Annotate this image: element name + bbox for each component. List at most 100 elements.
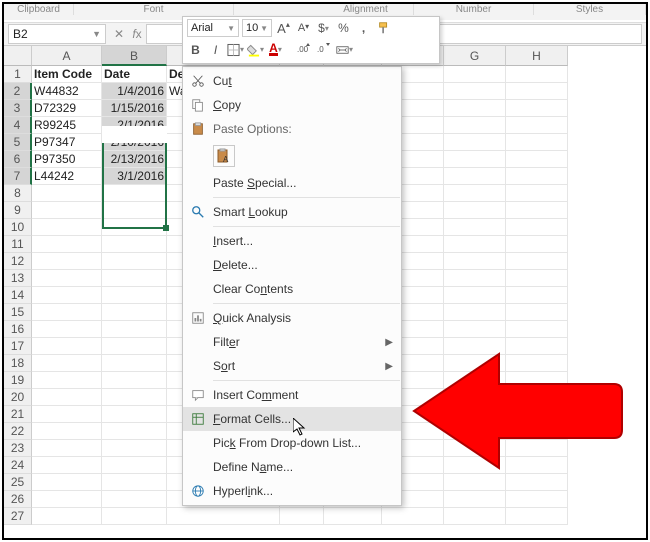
cell-B15[interactable] (102, 304, 167, 321)
cell-G27[interactable] (444, 508, 506, 525)
row-header-2[interactable]: 2 (4, 83, 32, 100)
context-delete[interactable]: Delete... (183, 253, 401, 277)
cell-H1[interactable] (506, 66, 568, 83)
cell-B3[interactable]: 1/15/2016 (102, 100, 167, 117)
row-header-23[interactable]: 23 (4, 440, 32, 457)
decrease-font-icon[interactable]: A▾ (295, 20, 312, 37)
context-define-name[interactable]: Define Name... (183, 455, 401, 479)
cell-G11[interactable] (444, 236, 506, 253)
select-all-corner[interactable] (4, 46, 32, 66)
cell-H2[interactable] (506, 83, 568, 100)
cell-H11[interactable] (506, 236, 568, 253)
cell-A8[interactable] (32, 185, 102, 202)
column-header-G[interactable]: G (444, 46, 506, 66)
context-format-cells[interactable]: Format Cells... (183, 407, 401, 431)
cell-G5[interactable] (444, 134, 506, 151)
cell-G8[interactable] (444, 185, 506, 202)
cell-B10[interactable] (102, 219, 167, 236)
row-header-10[interactable]: 10 (4, 219, 32, 236)
cell-B12[interactable] (102, 253, 167, 270)
row-header-16[interactable]: 16 (4, 321, 32, 338)
cell-B17[interactable] (102, 338, 167, 355)
cell-A4[interactable]: R99245 (32, 117, 102, 134)
cell-A17[interactable] (32, 338, 102, 355)
font-color-icon[interactable]: A▾ (267, 41, 284, 58)
column-header-H[interactable]: H (506, 46, 568, 66)
cancel-formula-icon[interactable]: ✕ (110, 27, 128, 41)
cell-H15[interactable] (506, 304, 568, 321)
context-pick-from-list[interactable]: Pick From Drop-down List... (183, 431, 401, 455)
row-header-13[interactable]: 13 (4, 270, 32, 287)
cell-A6[interactable]: P97350 (32, 151, 102, 168)
cell-A3[interactable]: D72329 (32, 100, 102, 117)
decrease-decimal-icon[interactable]: .0 (316, 41, 333, 58)
context-smart-lookup[interactable]: Smart Lookup (183, 200, 401, 224)
cell-H14[interactable] (506, 287, 568, 304)
row-header-6[interactable]: 6 (4, 151, 32, 168)
cell-F27[interactable] (382, 508, 444, 525)
name-box[interactable]: B2 ▼ (8, 24, 106, 44)
cell-C27[interactable] (167, 508, 280, 525)
cell-B9[interactable] (102, 202, 167, 219)
row-header-5[interactable]: 5 (4, 134, 32, 151)
cell-A25[interactable] (32, 474, 102, 491)
column-header-B[interactable]: B (102, 46, 167, 66)
row-header-8[interactable]: 8 (4, 185, 32, 202)
cell-G7[interactable] (444, 168, 506, 185)
cell-H3[interactable] (506, 100, 568, 117)
cell-G2[interactable] (444, 83, 506, 100)
format-painter-icon[interactable] (375, 20, 392, 37)
row-header-24[interactable]: 24 (4, 457, 32, 474)
cell-A1[interactable]: Item Code (32, 66, 102, 83)
cell-G14[interactable] (444, 287, 506, 304)
cell-B26[interactable] (102, 491, 167, 508)
cell-H27[interactable] (506, 508, 568, 525)
row-header-22[interactable]: 22 (4, 423, 32, 440)
cell-A14[interactable] (32, 287, 102, 304)
cell-H8[interactable] (506, 185, 568, 202)
row-header-12[interactable]: 12 (4, 253, 32, 270)
cell-A26[interactable] (32, 491, 102, 508)
cell-B7[interactable]: 3/1/2016 (102, 168, 167, 185)
cell-A21[interactable] (32, 406, 102, 423)
borders-icon[interactable]: ▾ (227, 41, 244, 58)
font-family-select[interactable]: Arial▼ (187, 19, 239, 37)
cell-H6[interactable] (506, 151, 568, 168)
increase-font-icon[interactable]: A▴ (275, 20, 292, 37)
row-header-15[interactable]: 15 (4, 304, 32, 321)
cell-B22[interactable] (102, 423, 167, 440)
cell-B24[interactable] (102, 457, 167, 474)
cell-B25[interactable] (102, 474, 167, 491)
cell-A27[interactable] (32, 508, 102, 525)
cell-G6[interactable] (444, 151, 506, 168)
cell-B2[interactable]: 1/4/2016 (102, 83, 167, 100)
context-paste-special[interactable]: Paste Special... (183, 171, 401, 195)
cell-A7[interactable]: L44242 (32, 168, 102, 185)
row-header-20[interactable]: 20 (4, 389, 32, 406)
cell-B1[interactable]: Date (102, 66, 167, 83)
cell-G10[interactable] (444, 219, 506, 236)
row-header-19[interactable]: 19 (4, 372, 32, 389)
cell-H7[interactable] (506, 168, 568, 185)
cell-G3[interactable] (444, 100, 506, 117)
cell-H26[interactable] (506, 491, 568, 508)
font-size-select[interactable]: 10▼ (242, 19, 272, 37)
cell-A2[interactable]: W44832 (32, 83, 102, 100)
column-header-A[interactable]: A (32, 46, 102, 66)
context-cut[interactable]: Cut (183, 69, 401, 93)
cell-A12[interactable] (32, 253, 102, 270)
bold-button[interactable]: B (187, 41, 204, 58)
fill-color-icon[interactable]: ▾ (247, 41, 264, 58)
cell-D27[interactable] (280, 508, 324, 525)
increase-decimal-icon[interactable]: .00 (296, 41, 313, 58)
cell-B4[interactable]: 2/1/2016 (102, 117, 167, 134)
merge-center-icon[interactable]: ▾ (336, 41, 353, 58)
row-header-1[interactable]: 1 (4, 66, 32, 83)
row-header-21[interactable]: 21 (4, 406, 32, 423)
cell-E27[interactable] (324, 508, 382, 525)
cell-B23[interactable] (102, 440, 167, 457)
cell-A22[interactable] (32, 423, 102, 440)
cell-A5[interactable]: P97347 (32, 134, 102, 151)
row-header-27[interactable]: 27 (4, 508, 32, 525)
row-header-7[interactable]: 7 (4, 168, 32, 185)
